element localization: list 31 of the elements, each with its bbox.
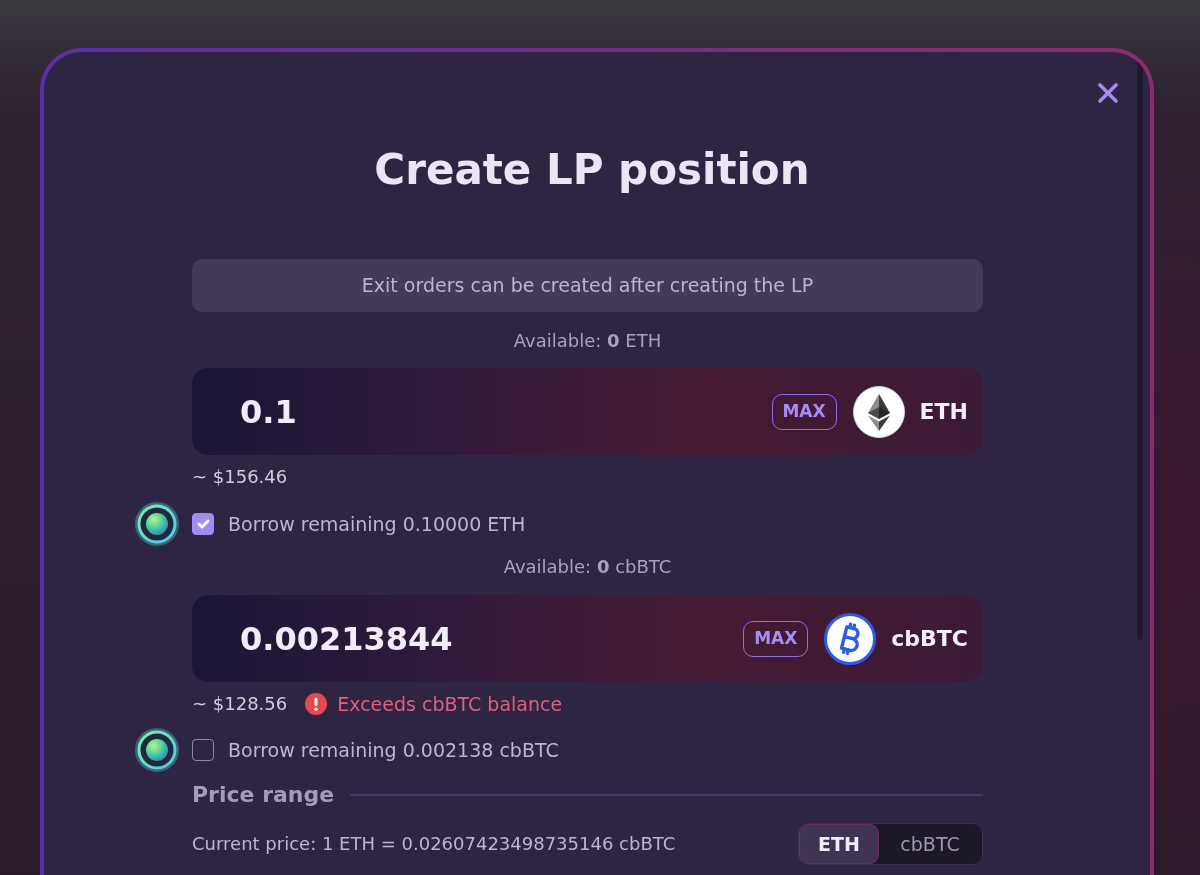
token-symbol: cbBTC — [891, 625, 968, 653]
unit-tab[interactable]: cbBTC — [879, 824, 981, 864]
error-icon — [305, 693, 328, 715]
scrollbar-thumb[interactable] — [1137, 60, 1143, 640]
close-button[interactable] — [1097, 82, 1119, 104]
usd-value: ~ $128.56 — [192, 692, 288, 716]
info-notice: Exit orders can be created after creating the LP — [361, 273, 814, 299]
dialog-title: Create LP position — [373, 144, 811, 196]
eth-coin-icon — [852, 385, 905, 438]
btc-coin-icon — [824, 612, 877, 665]
error-message: Exceeds cbBTC balance — [337, 692, 563, 716]
close-icon — [1097, 82, 1119, 104]
borrow-label: Borrow remaining 0.10000 ETH — [228, 512, 526, 536]
max-button[interactable]: MAX — [743, 620, 809, 657]
available-balance: Available: 0 ETH — [512, 329, 663, 353]
amount-input[interactable]: 0.00213844 — [240, 616, 744, 661]
amount-input[interactable]: 0.1 — [240, 389, 772, 434]
usd-value: ~ $156.46 — [192, 465, 288, 489]
section-heading: Price range — [192, 781, 335, 809]
borrow-checkbox[interactable] — [192, 739, 214, 761]
amount-field[interactable]: 0.00213844 MAX cbBTC — [192, 595, 983, 682]
unit-tab[interactable]: ETH — [799, 824, 879, 864]
glowing-orb-icon — [135, 728, 179, 772]
available-balance: Available: 0 cbBTC — [502, 555, 673, 579]
borrow-label: Borrow remaining 0.002138 cbBTC — [228, 738, 559, 762]
token-symbol: ETH — [919, 398, 968, 426]
max-button[interactable]: MAX — [771, 393, 837, 430]
amount-field[interactable]: 0.1 MAX ETH — [192, 368, 983, 455]
borrow-checkbox[interactable] — [192, 513, 214, 535]
glowing-orb-icon — [135, 502, 179, 546]
current-price: Current price: 1 ETH = 0.02607423498735146 cbBTC — [192, 832, 676, 856]
